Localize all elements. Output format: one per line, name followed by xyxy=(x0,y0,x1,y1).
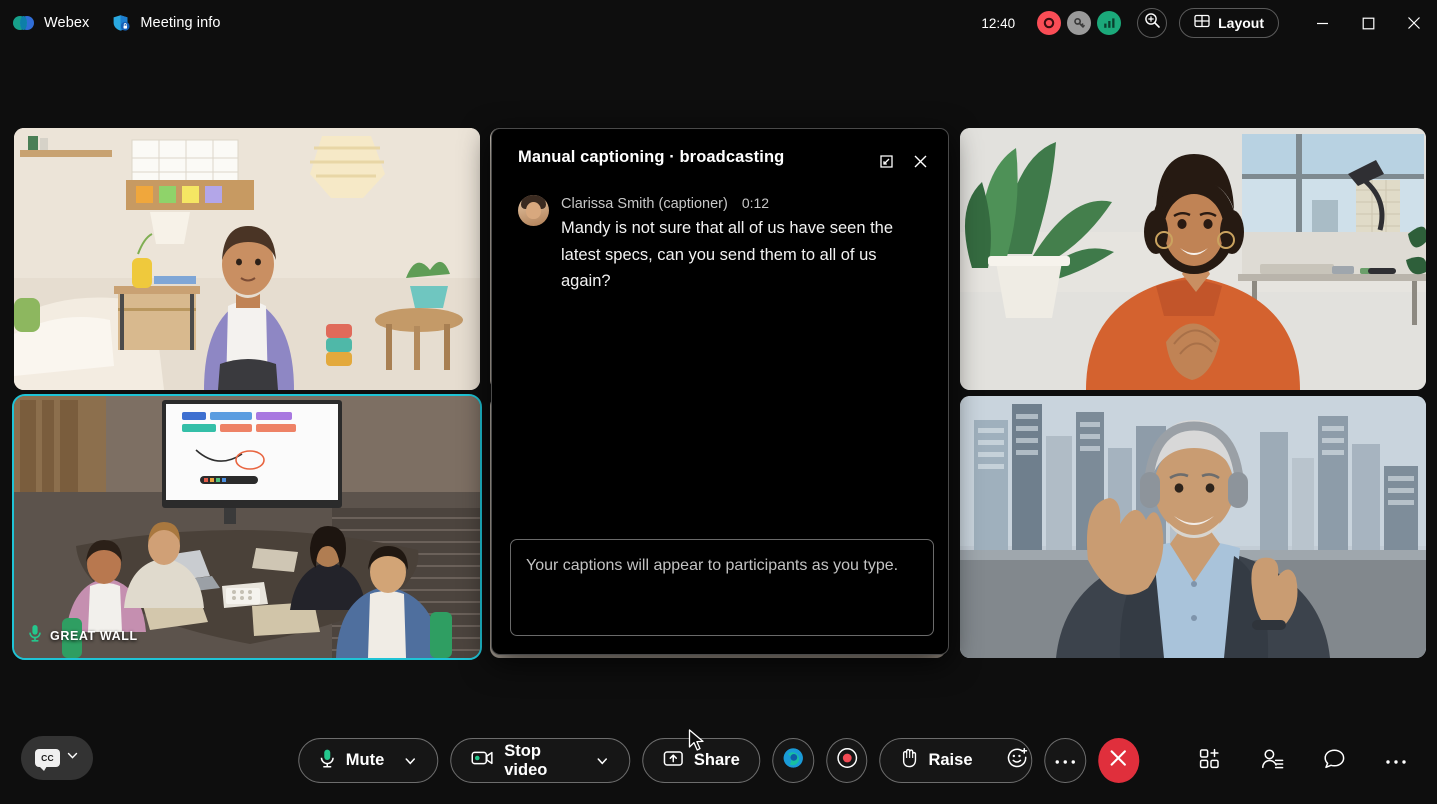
more-horizontal-icon xyxy=(1385,752,1407,770)
primary-controls: Mute Stop video Share Raise xyxy=(297,738,1140,783)
share-button[interactable]: Share xyxy=(641,738,761,783)
layout-button[interactable]: Layout xyxy=(1179,8,1279,38)
webex-logo-icon xyxy=(13,15,35,31)
microphone-icon xyxy=(319,748,335,773)
panel-title: Manual captioning · broadcasting xyxy=(518,148,785,166)
video-feed xyxy=(14,396,480,658)
reactions-group: Raise xyxy=(879,738,1033,783)
participants-button[interactable] xyxy=(1253,742,1291,780)
caption-text: Mandy is not sure that all of us have se… xyxy=(561,219,894,291)
network-quality-badge[interactable] xyxy=(1097,11,1122,35)
webex-meeting-window: Webex Meeting info 12:40 Layout GREAT WA… xyxy=(0,0,1437,804)
raise-label: Raise xyxy=(928,751,973,769)
video-feed xyxy=(14,128,480,390)
raise-hand-button[interactable]: Raise xyxy=(880,739,990,782)
panel-spacer xyxy=(492,295,948,539)
window-close-button[interactable] xyxy=(1391,0,1437,46)
panel-header: Manual captioning · broadcasting xyxy=(492,129,948,173)
participants-icon xyxy=(1261,748,1284,775)
end-meeting-icon xyxy=(1109,748,1129,773)
raise-hand-icon xyxy=(900,748,917,773)
window-minimize-button[interactable] xyxy=(1299,0,1345,46)
close-icon[interactable] xyxy=(908,149,932,173)
more-horizontal-button[interactable] xyxy=(1377,742,1415,780)
stop-video-label: Stop video xyxy=(504,741,548,779)
panel-actions xyxy=(874,149,932,173)
mute-chevron-down-icon[interactable] xyxy=(403,754,417,768)
webex-app-button[interactable]: Webex xyxy=(13,15,89,31)
webex-assistant-button[interactable] xyxy=(772,738,815,783)
meeting-info-label: Meeting info xyxy=(140,15,221,31)
manual-captioning-panel: Manual captioning · broadcasting Clariss… xyxy=(491,128,949,655)
meeting-info-button[interactable]: Meeting info xyxy=(111,14,220,32)
chat-button[interactable] xyxy=(1315,742,1353,780)
meeting-info-shield-icon xyxy=(111,14,131,32)
camera-icon xyxy=(471,750,493,771)
participant-tile-3[interactable] xyxy=(960,128,1426,390)
recording-badge[interactable] xyxy=(1037,11,1062,35)
more-options-icon xyxy=(1054,752,1076,770)
chat-bubble-icon xyxy=(1323,748,1346,775)
share-screen-icon xyxy=(663,750,683,772)
caption-message-body: Clarissa Smith (captioner) 0:12 Mandy is… xyxy=(561,195,926,295)
apps-grid-icon xyxy=(1199,748,1221,775)
window-maximize-button[interactable] xyxy=(1345,0,1391,46)
avatar xyxy=(518,195,549,226)
video-chevron-down-icon[interactable] xyxy=(595,754,609,768)
stop-video-button[interactable]: Stop video xyxy=(450,738,630,783)
closed-captions-button[interactable]: CC xyxy=(21,736,93,780)
record-button[interactable] xyxy=(826,738,868,783)
secondary-controls xyxy=(1191,742,1415,780)
title-bar-left: Webex Meeting info xyxy=(0,14,221,32)
record-icon xyxy=(836,747,858,774)
title-bar-right: 12:40 Layout xyxy=(981,0,1437,46)
search-zoom-icon xyxy=(1144,12,1161,34)
app-name-label: Webex xyxy=(44,15,90,31)
cc-icon: CC xyxy=(35,749,60,771)
mute-button[interactable]: Mute xyxy=(297,738,439,783)
leave-meeting-button[interactable] xyxy=(1097,738,1140,783)
participant-tile-2[interactable]: GREAT WALL xyxy=(12,394,482,660)
tile-name-badge: GREAT WALL xyxy=(24,621,148,650)
participant-tile-4[interactable] xyxy=(960,396,1426,658)
expand-popout-icon[interactable] xyxy=(874,149,898,173)
layout-grid-icon xyxy=(1194,13,1210,34)
encryption-key-badge[interactable] xyxy=(1067,11,1092,35)
video-feed xyxy=(960,128,1426,390)
participant-tile-1[interactable] xyxy=(14,128,480,390)
video-feed xyxy=(960,396,1426,658)
reactions-button[interactable] xyxy=(990,739,1031,782)
meeting-clock: 12:40 xyxy=(981,15,1016,31)
more-options-button[interactable] xyxy=(1044,738,1086,783)
mute-label: Mute xyxy=(345,751,385,769)
caption-message-meta: Clarissa Smith (captioner) 0:12 xyxy=(561,195,926,212)
search-button[interactable] xyxy=(1137,8,1168,38)
window-controls xyxy=(1299,0,1437,46)
caption-composer-input[interactable]: Your captions will appear to participant… xyxy=(510,539,934,636)
layout-label: Layout xyxy=(1218,15,1264,31)
caption-message: Clarissa Smith (captioner) 0:12 Mandy is… xyxy=(492,173,948,295)
share-label: Share xyxy=(693,751,740,769)
apps-button[interactable] xyxy=(1191,742,1229,780)
meeting-control-bar: CC Mute Stop video Share Raise xyxy=(0,716,1437,804)
title-bar: Webex Meeting info 12:40 Layout xyxy=(0,0,1437,46)
status-badges xyxy=(1037,11,1122,35)
microphone-active-icon xyxy=(28,624,42,647)
emoji-reaction-icon xyxy=(1006,747,1028,774)
caption-author: Clarissa Smith (captioner) xyxy=(561,196,728,212)
chevron-down-icon[interactable] xyxy=(66,749,79,767)
caption-timestamp: 0:12 xyxy=(741,195,770,211)
webex-assistant-icon xyxy=(781,746,805,775)
tile-name-label: GREAT WALL xyxy=(50,628,138,643)
